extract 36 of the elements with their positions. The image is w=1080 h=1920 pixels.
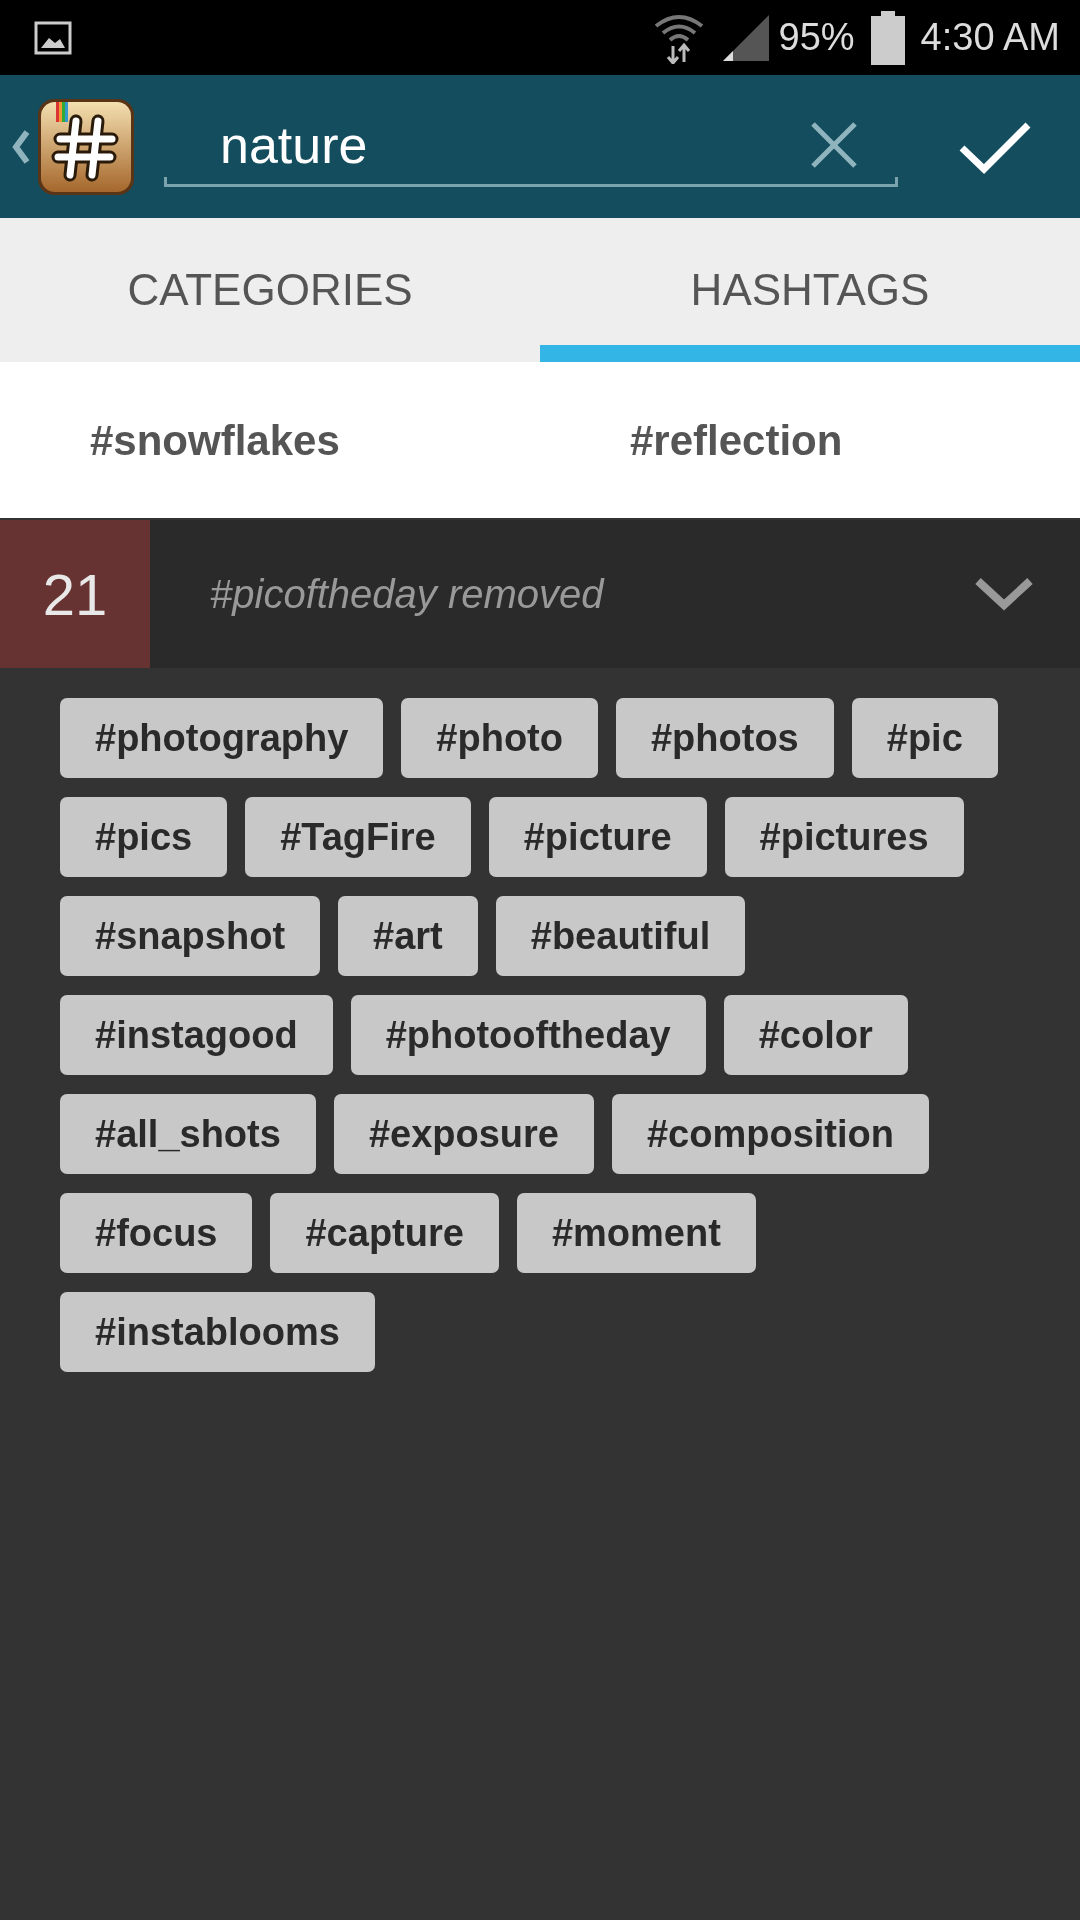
hashtag-chip[interactable]: #photos bbox=[615, 698, 834, 778]
chevron-down-icon[interactable] bbox=[974, 577, 1034, 611]
tab[interactable]: CATEGORIES bbox=[0, 218, 540, 362]
hashtag-chip[interactable]: #snapshot bbox=[60, 896, 321, 976]
image-icon bbox=[34, 20, 72, 55]
hashtag-chip[interactable]: #pics bbox=[60, 797, 228, 877]
hashtag-chip[interactable]: #pic bbox=[851, 698, 998, 778]
hashtag-chip[interactable]: #photo bbox=[401, 698, 598, 778]
hashtag-chip[interactable]: #TagFire bbox=[245, 797, 471, 877]
hashtag-chip[interactable]: #composition bbox=[611, 1094, 929, 1174]
hashtag-chip[interactable]: #art bbox=[338, 896, 478, 976]
hashtag-chip[interactable]: #all_shots bbox=[60, 1094, 316, 1174]
hashtag-chip[interactable]: #color bbox=[723, 995, 908, 1075]
battery-icon bbox=[870, 10, 905, 65]
hashtag-chip[interactable]: #instablooms bbox=[60, 1292, 375, 1372]
hashtag-chip[interactable]: #focus bbox=[60, 1193, 253, 1273]
hashtag-logo-icon[interactable] bbox=[38, 98, 134, 195]
hashtag-chip[interactable]: #exposure bbox=[333, 1094, 594, 1174]
search-input[interactable]: nature bbox=[192, 106, 810, 184]
suggested-hashtag[interactable]: #reflection bbox=[540, 362, 1080, 518]
hashtag-chip[interactable]: #photooftheday bbox=[350, 995, 706, 1075]
hashtag-chip[interactable]: #pictures bbox=[724, 797, 964, 877]
hashtag-chip[interactable]: #photography bbox=[60, 698, 384, 778]
status-message: #picoftheday removed bbox=[210, 571, 604, 618]
status-time: 4:30 AM bbox=[920, 15, 1060, 60]
hashtag-chip[interactable]: #picture bbox=[488, 797, 707, 877]
back-icon[interactable] bbox=[12, 128, 30, 165]
battery-level: 95% bbox=[778, 15, 855, 60]
hashtag-chip[interactable]: #instagood bbox=[60, 995, 333, 1075]
search-field[interactable]: nature bbox=[164, 106, 898, 187]
suggested-hashtag[interactable]: #snowflakes bbox=[0, 362, 540, 518]
hashtag-chip[interactable]: #moment bbox=[516, 1193, 756, 1273]
hashtag-chip[interactable]: #beautiful bbox=[495, 896, 746, 976]
selected-count: 21 bbox=[42, 560, 108, 629]
clear-icon[interactable] bbox=[810, 121, 858, 169]
hashtag-chip[interactable]: #capture bbox=[270, 1193, 499, 1273]
